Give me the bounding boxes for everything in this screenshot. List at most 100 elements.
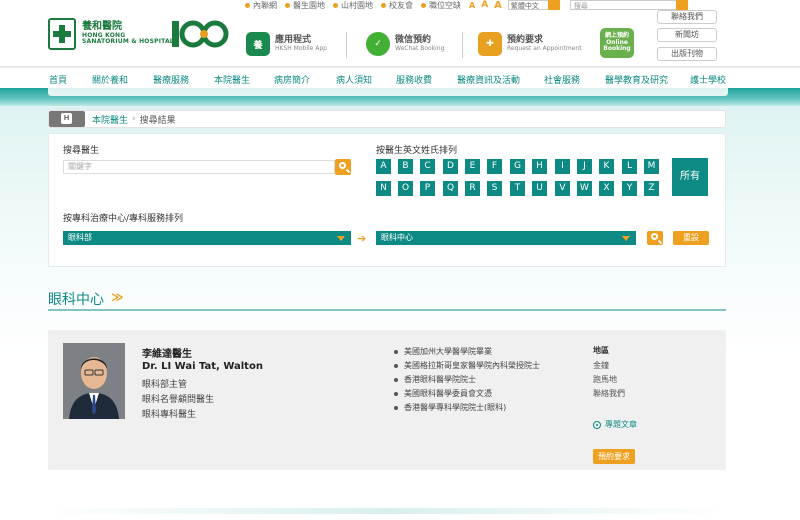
letter-j-button[interactable]: J [577,159,592,174]
chevron-right-icon: ≫ [111,290,124,304]
reset-button[interactable]: 重設 [673,231,709,245]
nav-patient-info[interactable]: 病人須知 [336,73,372,86]
nav-nursing-school[interactable]: 護士學校 [690,73,726,86]
nav-charges[interactable]: 服務收費 [396,73,432,86]
letter-m-button[interactable]: M [644,159,659,174]
letter-q-button[interactable]: Q [443,181,458,196]
letter-i-button[interactable]: I [555,159,570,174]
letter-h-button[interactable]: H [532,159,547,174]
nav-wards[interactable]: 病房簡介 [274,73,310,86]
toplink-village[interactable]: 山村園地 [333,0,373,11]
home-icon[interactable] [49,111,85,127]
qualification-item: 美國加州大學醫學院畢業 [394,346,492,357]
breadcrumb-doctors[interactable]: 本院醫生 [92,113,128,126]
articles-link[interactable]: 專題文章 [593,419,637,430]
font-size-small[interactable]: A [469,1,475,10]
main-nav: 首頁 關於養和 醫療服務 本院醫生 病房簡介 病人須知 服務收費 醫療資訊及活動… [0,66,800,88]
letter-a-button[interactable]: A [376,159,391,174]
keyword-input[interactable]: 關鍵字 [63,160,335,174]
nav-about[interactable]: 關於養和 [92,73,128,86]
toplink-doctors[interactable]: 醫生園地 [285,0,325,11]
letter-e-button[interactable]: E [465,159,480,174]
letter-r-button[interactable]: R [465,181,480,196]
qualification-item: 香港醫學專科學院院士(眼科) [394,402,506,413]
qualification-item: 香港眼科醫學院院士 [394,374,476,385]
letter-x-button[interactable]: X [599,181,614,196]
center-select[interactable]: 眼科中心 [376,231,636,245]
doctor-card: 李維達醫生 Dr. LI Wai Tat, Walton 眼科部主管 眼科名譽顧… [48,330,726,470]
letter-g-button[interactable]: G [510,159,525,174]
nav-community[interactable]: 社會服務 [544,73,580,86]
logo-english-2: SANATORIUM & HOSPITAL [82,38,174,46]
chevron-down-icon [337,236,345,241]
toplink-careers[interactable]: 職位空缺 [421,0,461,11]
department-select[interactable]: 眼科部 [63,231,351,245]
alphabet-label: 按醫生英文姓氏排列 [376,146,458,156]
keyword-search-button[interactable] [335,159,351,175]
article-icon [593,420,601,429]
centenary-100-icon [172,20,229,48]
keyword-label: 搜尋醫生 [63,146,100,156]
appointment-request-button[interactable]: 預約要求 [593,449,635,464]
letter-s-button[interactable]: S [487,181,502,196]
online-booking-link[interactable]: 網上預約 Online Booking [600,28,634,58]
doctor-photo[interactable] [63,343,125,419]
all-letters-button[interactable]: 所有 [672,158,708,196]
doctor-title: 眼科部主管 [142,380,188,390]
site-search-input[interactable]: 搜尋 [569,0,688,10]
font-size-large[interactable]: A [494,0,502,11]
filter-search-button[interactable] [647,231,663,245]
letter-f-button[interactable]: F [487,159,502,174]
cross-crest-icon [48,18,76,50]
contact-us-button[interactable]: 聯絡我們 [657,10,717,24]
nav-home[interactable]: 首頁 [49,73,67,86]
doctor-portrait-icon [63,343,125,419]
font-size-medium[interactable]: A [481,0,488,10]
hospital-logo[interactable]: 養和醫院 HONG KONG SANATORIUM & HOSPITAL [48,18,174,50]
letter-w-button[interactable]: W [577,181,592,196]
letter-k-button[interactable]: K [599,159,614,174]
bullet-icon [381,2,386,8]
request-appointment-link[interactable]: ✚ 預約要求 Request an Appointment [478,32,582,56]
publications-button[interactable]: 出版刊物 [657,47,717,61]
letter-n-button[interactable]: N [376,181,391,196]
toplink-alumni[interactable]: 校友會 [381,0,413,11]
letter-v-button[interactable]: V [555,181,570,196]
wechat-booking-link[interactable]: ✓ 微信預約 WeChat Booking [366,32,444,56]
bullet-icon [333,2,338,8]
doctor-name-english[interactable]: Dr. LI Wai Tat, Walton [142,361,263,372]
appointment-icon: ✚ [478,32,502,56]
letter-b-button[interactable]: B [398,159,413,174]
nav-health-info[interactable]: 醫療資訊及活動 [457,73,520,86]
doctor-name-chinese[interactable]: 李維達醫生 [142,345,192,360]
letter-z-button[interactable]: Z [644,181,659,196]
letter-o-button[interactable]: O [398,181,413,196]
centenary-logo [170,18,232,50]
bottom-divider [48,508,726,514]
newsroom-button[interactable]: 新聞坊 [657,28,717,42]
letter-c-button[interactable]: C [420,159,435,174]
location-admiralty[interactable]: 金鐘 [593,360,609,371]
letter-l-button[interactable]: L [622,159,637,174]
location-contact[interactable]: 聯絡我們 [593,388,625,399]
section-title: 眼科中心 [48,292,104,308]
bullet-icon [394,363,398,368]
arrow-right-icon: ➔ [357,232,367,245]
nav-medical-services[interactable]: 醫療服務 [153,73,189,86]
nav-doctors[interactable]: 本院醫生 [214,73,250,86]
search-icon[interactable] [675,0,688,10]
letter-y-button[interactable]: Y [622,181,637,196]
top-utility-bar: 內聯網 醫生園地 山村園地 校友會 職位空缺 A A A 繁體中文 搜尋 [245,0,730,11]
nav-education[interactable]: 醫學教育及研究 [605,73,668,86]
letter-t-button[interactable]: T [510,181,525,196]
location-header: 地區 [593,346,609,355]
mobile-app-link[interactable]: 養 應用程式 HKSH Mobile App [246,32,327,56]
location-happy-valley[interactable]: 跑馬地 [593,374,617,385]
breadcrumb-current: 搜尋結果 [139,115,176,126]
language-select[interactable]: 繁體中文 [507,0,560,10]
appointment-sub: Request an Appointment [507,44,582,52]
toplink-intranet[interactable]: 內聯網 [245,0,277,11]
letter-d-button[interactable]: D [443,159,458,174]
letter-p-button[interactable]: P [420,181,435,196]
letter-u-button[interactable]: U [532,181,547,196]
